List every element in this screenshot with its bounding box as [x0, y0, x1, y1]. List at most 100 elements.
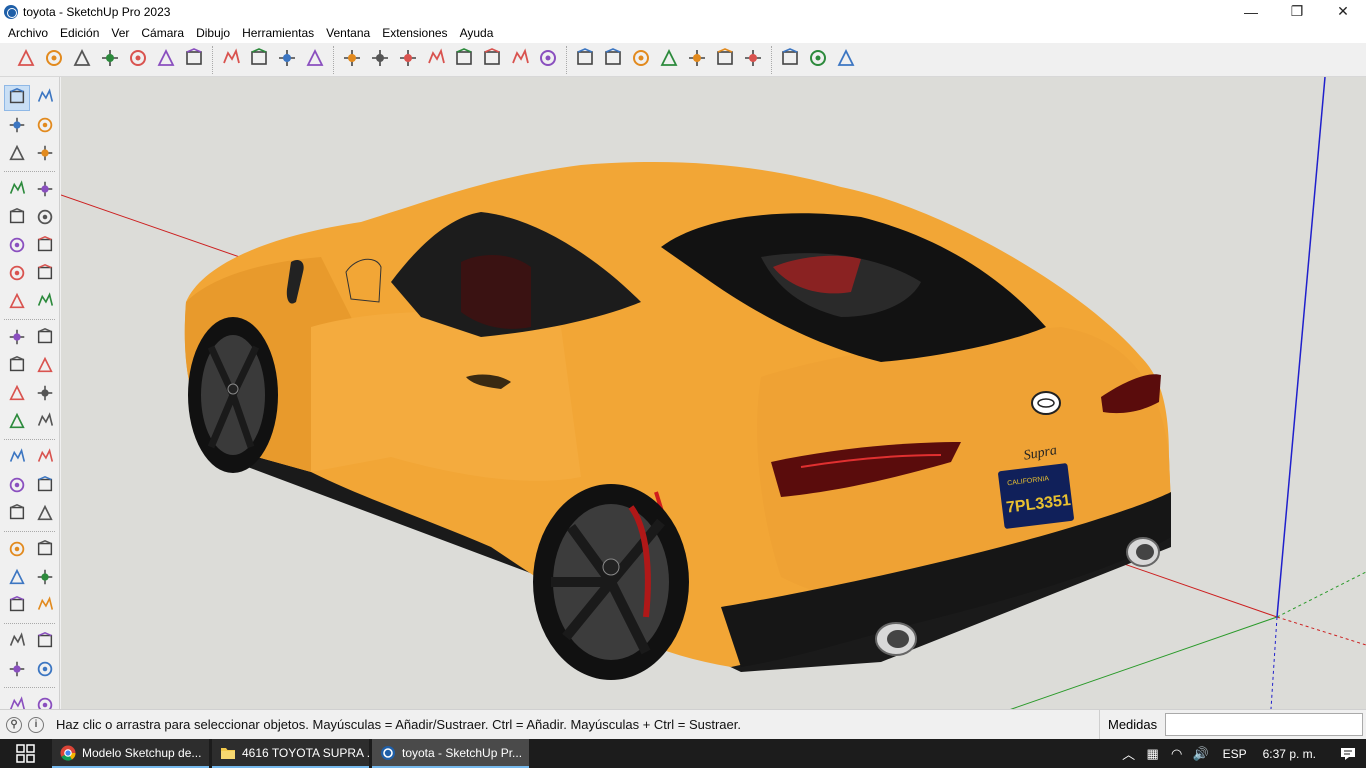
- layout-button[interactable]: [218, 47, 244, 73]
- styles-button[interactable]: [13, 47, 39, 73]
- viewport-canvas[interactable]: CALIFORNIA 7PL3351 Supra: [61, 77, 1366, 709]
- circle-tool-button[interactable]: [4, 233, 30, 259]
- rotate-button[interactable]: [4, 353, 30, 379]
- grid-button[interactable]: [712, 47, 738, 73]
- scale-button[interactable]: [4, 381, 30, 407]
- cube-plus-button[interactable]: [628, 47, 654, 73]
- follow-me-icon: [35, 355, 55, 378]
- position-camera-button[interactable]: [4, 629, 30, 655]
- menu-herramientas[interactable]: Herramientas: [236, 23, 320, 43]
- tiles-stack-button[interactable]: [805, 47, 831, 73]
- tiles-button[interactable]: [777, 47, 803, 73]
- protractor-tool-button[interactable]: [4, 473, 30, 499]
- component-button[interactable]: [4, 141, 30, 167]
- axes-tool-button[interactable]: [4, 409, 30, 435]
- eraser-button[interactable]: [32, 113, 58, 139]
- paint-bucket-button[interactable]: [4, 113, 30, 139]
- box-button[interactable]: [274, 47, 300, 73]
- tape-measure-button[interactable]: [4, 445, 30, 471]
- measurements-input[interactable]: [1165, 713, 1363, 736]
- select-tool-button[interactable]: [4, 85, 30, 111]
- network-icon[interactable]: ▦: [1141, 739, 1165, 768]
- 3d-text-button[interactable]: [32, 501, 58, 527]
- maximize-button[interactable]: ❐: [1274, 0, 1320, 23]
- lock-button[interactable]: [302, 47, 328, 73]
- close-button[interactable]: ✕: [1320, 0, 1366, 23]
- sun-button[interactable]: [479, 47, 505, 73]
- notifications-icon[interactable]: [1330, 739, 1366, 768]
- two-point-arc-button[interactable]: [32, 261, 58, 287]
- cube-plus-icon: [630, 47, 652, 72]
- orbit-nav-button[interactable]: [4, 537, 30, 563]
- move-button[interactable]: [4, 325, 30, 351]
- scenes-button[interactable]: [153, 47, 179, 73]
- freehand-button[interactable]: [32, 177, 58, 203]
- orbit-button[interactable]: [125, 47, 151, 73]
- protractor-button[interactable]: [423, 47, 449, 73]
- sphere-button[interactable]: [535, 47, 561, 73]
- minimize-button[interactable]: —: [1228, 0, 1274, 23]
- menu-ver[interactable]: Ver: [105, 23, 135, 43]
- refresh-button[interactable]: [181, 47, 207, 73]
- menu-ventana[interactable]: Ventana: [320, 23, 376, 43]
- clock[interactable]: 6:37 p. m.: [1257, 747, 1330, 761]
- rectangle-button[interactable]: [4, 205, 30, 231]
- window-button[interactable]: [246, 47, 272, 73]
- section-button[interactable]: [32, 657, 58, 683]
- menu-archivo[interactable]: Archivo: [2, 23, 54, 43]
- tape-button[interactable]: [451, 47, 477, 73]
- model-viewport[interactable]: CALIFORNIA 7PL3351 Supra: [61, 77, 1366, 709]
- volume-icon[interactable]: 🔊: [1189, 739, 1213, 768]
- grass-button[interactable]: [656, 47, 682, 73]
- taskbar-item-chrome[interactable]: Modelo Sketchup de...: [52, 739, 209, 768]
- zoom-button[interactable]: [4, 565, 30, 591]
- input-language[interactable]: ESP: [1213, 747, 1257, 761]
- tray-chevron-icon[interactable]: ︿: [1117, 739, 1141, 768]
- circle-button[interactable]: [395, 47, 421, 73]
- pushpull-button[interactable]: [367, 47, 393, 73]
- pan-button[interactable]: [32, 537, 58, 563]
- pencil-line-button[interactable]: [4, 177, 30, 203]
- menu-extensiones[interactable]: Extensiones: [376, 23, 453, 43]
- teapot-button[interactable]: [69, 47, 95, 73]
- axes-button[interactable]: [4, 501, 30, 527]
- arc-button[interactable]: [4, 261, 30, 287]
- menu-dibujo[interactable]: Dibujo: [190, 23, 236, 43]
- paint-button[interactable]: [41, 47, 67, 73]
- ruler-button[interactable]: [684, 47, 710, 73]
- menu-edicion[interactable]: Edición: [54, 23, 105, 43]
- dimension-button[interactable]: [32, 445, 58, 471]
- search-button[interactable]: [32, 593, 58, 619]
- teapot-play-button[interactable]: [97, 47, 123, 73]
- rotated-rectangle-button[interactable]: [32, 205, 58, 231]
- pie-button[interactable]: [32, 289, 58, 315]
- start-button[interactable]: [0, 739, 52, 768]
- push-pull-tool-button[interactable]: [32, 325, 58, 351]
- warehouse-button[interactable]: [572, 47, 598, 73]
- taskbar-item-label: toyota - SketchUp Pr...: [402, 745, 523, 760]
- menu-camara[interactable]: Cámara: [135, 23, 190, 43]
- taskbar-item-folder[interactable]: 4616 TOYOTA SUPRA ...: [212, 739, 369, 768]
- menu-ayuda[interactable]: Ayuda: [454, 23, 500, 43]
- extension-button[interactable]: [833, 47, 859, 73]
- edit-button[interactable]: [740, 47, 766, 73]
- follow-me-button[interactable]: [32, 353, 58, 379]
- zoom-extents-button[interactable]: [4, 593, 30, 619]
- text-button[interactable]: [32, 473, 58, 499]
- orbit-tool-button[interactable]: [32, 85, 58, 111]
- shadow-button[interactable]: [507, 47, 533, 73]
- look-around-button[interactable]: [4, 657, 30, 683]
- wifi-icon[interactable]: ◠: [1165, 739, 1189, 768]
- taskbar-item-sketchup[interactable]: toyota - SketchUp Pr...: [372, 739, 529, 768]
- geolocation-icon[interactable]: ⚲: [6, 716, 22, 733]
- polygon-button[interactable]: [32, 233, 58, 259]
- solid-tools-button[interactable]: [32, 409, 58, 435]
- zoom-window-button[interactable]: [32, 565, 58, 591]
- walk-button[interactable]: [32, 629, 58, 655]
- tag-button[interactable]: [32, 141, 58, 167]
- three-point-arc-button[interactable]: [4, 289, 30, 315]
- info-icon[interactable]: i: [28, 716, 44, 733]
- offset-button[interactable]: [32, 381, 58, 407]
- house-button[interactable]: [339, 47, 365, 73]
- cube-button[interactable]: [600, 47, 626, 73]
